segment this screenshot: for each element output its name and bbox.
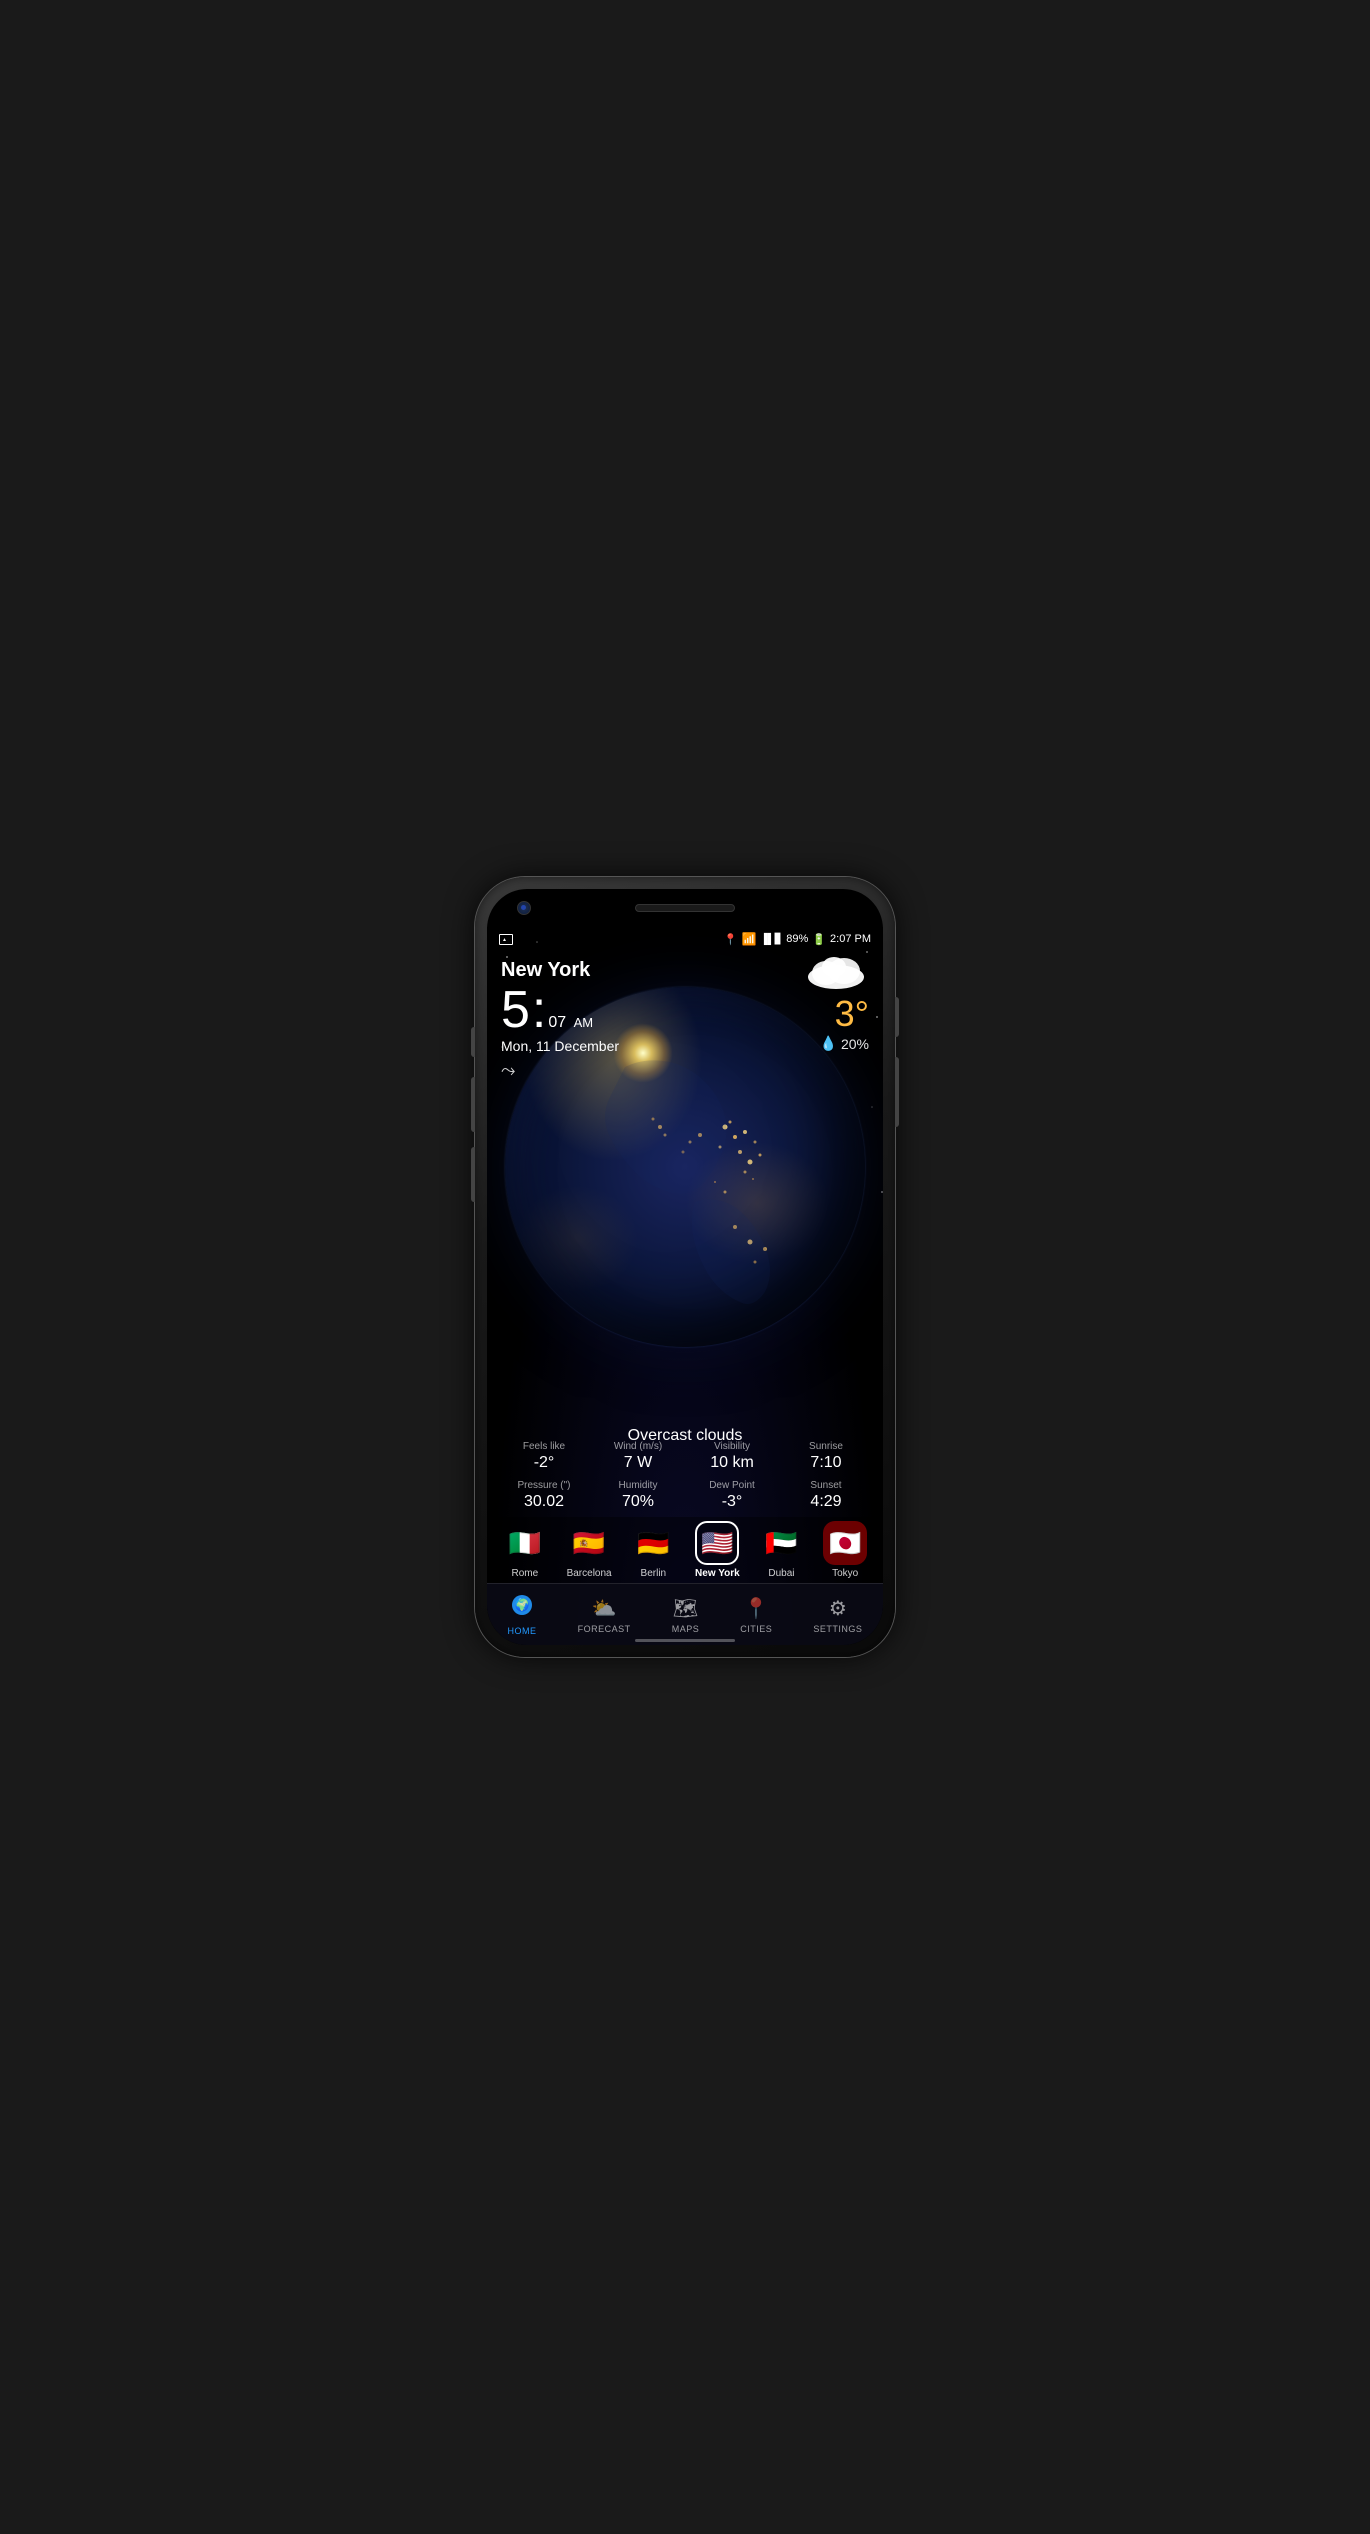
bottom-navigation: 🌍 HOME ⛅ FORECAST 🗺 MAPS 📍 CITIES (487, 1583, 883, 1645)
volume-up-button[interactable] (471, 1027, 475, 1057)
visibility-item: Visibility 10 km (685, 1437, 779, 1476)
weather-top-right: 3° 💧 20% (804, 951, 869, 1052)
precip-value: 20% (841, 1036, 869, 1052)
cloud-icon (804, 951, 869, 989)
battery-text: 89% (786, 933, 808, 945)
sunset-label: Sunset (783, 1480, 869, 1491)
status-right: 📍 📶 ▐▌▊ 89% 🔋 2:07 PM (724, 932, 871, 946)
maps-icon: 🗺 (673, 1596, 698, 1621)
cities-row: 🇮🇹 Rome 🇪🇸 Barcelona 🇩🇪 Berlin 🇺🇸 New Yo… (487, 1517, 883, 1583)
visibility-label: Visibility (689, 1441, 775, 1452)
time-hour: 5 (501, 984, 530, 1036)
weather-details-grid: Feels like -2° Wind (m/s) 7 W Visibility… (487, 1437, 883, 1515)
dew-point-value: -3° (689, 1493, 775, 1511)
humidity-label: Humidity (595, 1480, 681, 1491)
maps-label: MAPS (672, 1624, 700, 1634)
city-item-newyork[interactable]: 🇺🇸 New York (695, 1521, 740, 1579)
settings-icon: ⚙ (829, 1596, 847, 1621)
city-item-berlin[interactable]: 🇩🇪 Berlin (631, 1521, 675, 1579)
humidity-value: 70% (595, 1493, 681, 1511)
front-camera (517, 901, 531, 915)
city-item-tokyo[interactable]: 🇯🇵 Tokyo (823, 1521, 867, 1579)
pressure-label: Pressure (") (501, 1480, 587, 1491)
cities-icon: 📍 (744, 1596, 769, 1621)
city-label-dubai: Dubai (768, 1568, 794, 1579)
visibility-value: 10 km (689, 1454, 775, 1472)
city-flag-barcelona: 🇪🇸 (567, 1521, 611, 1565)
image-icon (499, 934, 513, 945)
wind-value: 7 W (595, 1454, 681, 1472)
precipitation-display: 💧 20% (820, 1035, 869, 1052)
nav-home[interactable]: 🌍 HOME (500, 1589, 545, 1640)
forecast-label: FORECAST (578, 1624, 631, 1634)
city-item-barcelona[interactable]: 🇪🇸 Barcelona (567, 1521, 612, 1579)
city-flag-dubai: 🇦🇪 (759, 1521, 803, 1565)
top-hardware (487, 889, 883, 927)
city-flag-newyork: 🇺🇸 (695, 1521, 739, 1565)
status-bar: 📍 📶 ▐▌▊ 89% 🔋 2:07 PM (487, 927, 883, 951)
home-indicator (635, 1639, 735, 1642)
sunrise-value: 7:10 (783, 1454, 869, 1472)
city-flag-berlin: 🇩🇪 (631, 1521, 675, 1565)
sunrise-label: Sunrise (783, 1441, 869, 1452)
settings-label: SETTINGS (813, 1624, 862, 1634)
city-label-barcelona: Barcelona (567, 1568, 612, 1579)
home-icon: 🌍 (510, 1593, 534, 1623)
city-flag-tokyo: 🇯🇵 (823, 1521, 867, 1565)
signal-icon: ▐▌▊ (760, 934, 782, 945)
city-label-tokyo: Tokyo (832, 1568, 858, 1579)
share-icon[interactable]: ⤳ (501, 1060, 869, 1081)
home-label: HOME (508, 1626, 537, 1636)
pressure-value: 30.02 (501, 1493, 587, 1511)
battery-icon: 🔋 (812, 933, 826, 946)
time-min-period: 07 AM (548, 1014, 593, 1032)
humidity-item: Humidity 70% (591, 1476, 685, 1515)
location-icon: 📍 (724, 933, 738, 946)
forecast-icon: ⛅ (592, 1596, 617, 1621)
rain-icon: 💧 (820, 1035, 837, 1052)
wind-label: Wind (m/s) (595, 1441, 681, 1452)
city-flag-rome: 🇮🇹 (503, 1521, 547, 1565)
camera-button[interactable] (471, 1147, 475, 1202)
phone-frame: 📍 📶 ▐▌▊ 89% 🔋 2:07 PM New York 5 : 07 AM (475, 877, 895, 1657)
pressure-item: Pressure (") 30.02 (497, 1476, 591, 1515)
city-label-rome: Rome (512, 1568, 539, 1579)
nav-settings[interactable]: ⚙ SETTINGS (805, 1592, 870, 1638)
wifi-icon: 📶 (741, 932, 756, 946)
speaker (635, 904, 735, 912)
sunset-item: Sunset 4:29 (779, 1476, 873, 1515)
feels-like-value: -2° (501, 1454, 587, 1472)
sunrise-item: Sunrise 7:10 (779, 1437, 873, 1476)
time-minutes: 07 (548, 1014, 566, 1031)
sunset-value: 4:29 (783, 1493, 869, 1511)
cities-label: CITIES (740, 1624, 772, 1634)
svg-text:🌍: 🌍 (515, 1598, 530, 1612)
wind-item: Wind (m/s) 7 W (591, 1437, 685, 1476)
nav-cities[interactable]: 📍 CITIES (732, 1592, 780, 1638)
nav-maps[interactable]: 🗺 MAPS (664, 1592, 708, 1638)
dew-point-item: Dew Point -3° (685, 1476, 779, 1515)
nav-forecast[interactable]: ⛅ FORECAST (570, 1592, 639, 1638)
city-item-rome[interactable]: 🇮🇹 Rome (503, 1521, 547, 1579)
dew-point-label: Dew Point (689, 1480, 775, 1491)
city-label-berlin: Berlin (641, 1568, 667, 1579)
phone-screen: 📍 📶 ▐▌▊ 89% 🔋 2:07 PM New York 5 : 07 AM (487, 889, 883, 1645)
feels-like-item: Feels like -2° (497, 1437, 591, 1476)
temperature-display: 3° (835, 993, 869, 1035)
time-colon: : (532, 984, 546, 1036)
time-period: AM (574, 1015, 594, 1030)
volume-down-button[interactable] (471, 1077, 475, 1132)
city-label-newyork: New York (695, 1568, 740, 1579)
city-item-dubai[interactable]: 🇦🇪 Dubai (759, 1521, 803, 1579)
screen-content: 📍 📶 ▐▌▊ 89% 🔋 2:07 PM New York 5 : 07 AM (487, 927, 883, 1645)
feels-like-label: Feels like (501, 1441, 587, 1452)
status-left (499, 934, 513, 945)
clock-display: 2:07 PM (830, 933, 871, 945)
